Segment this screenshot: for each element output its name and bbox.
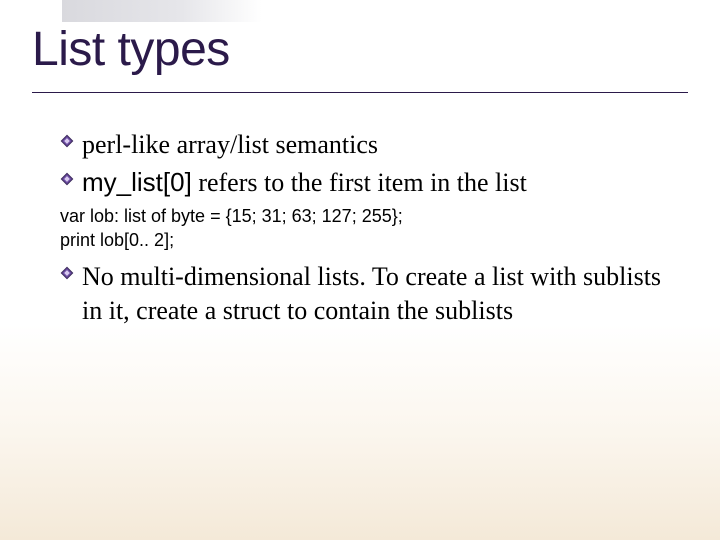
diamond-bullet-icon xyxy=(60,128,82,154)
code-line: var lob: list of byte = {15; 31; 63; 127… xyxy=(60,204,680,228)
diamond-bullet-icon xyxy=(60,260,82,286)
code-block: var lob: list of byte = {15; 31; 63; 127… xyxy=(60,204,680,253)
slide: List types perl-like array/list semantic… xyxy=(0,0,720,540)
bullet-text: perl-like array/list semantics xyxy=(82,128,378,162)
title-rule xyxy=(32,92,688,93)
decorative-shadow xyxy=(62,0,262,22)
diamond-bullet-icon xyxy=(60,166,82,192)
slide-body: perl-like array/list semantics my_list[0… xyxy=(60,128,680,332)
bullet-text: my_list[0] refers to the first item in t… xyxy=(82,166,527,200)
list-item: No multi-dimensional lists. To create a … xyxy=(60,260,680,328)
inline-code: my_list[0] xyxy=(82,167,192,197)
page-title: List types xyxy=(32,24,230,77)
list-item: perl-like array/list semantics xyxy=(60,128,680,162)
bullet-text-tail: refers to the first item in the list xyxy=(192,168,527,197)
bullet-text: No multi-dimensional lists. To create a … xyxy=(82,260,680,328)
list-item: my_list[0] refers to the first item in t… xyxy=(60,166,680,200)
code-line: print lob[0.. 2]; xyxy=(60,228,680,252)
